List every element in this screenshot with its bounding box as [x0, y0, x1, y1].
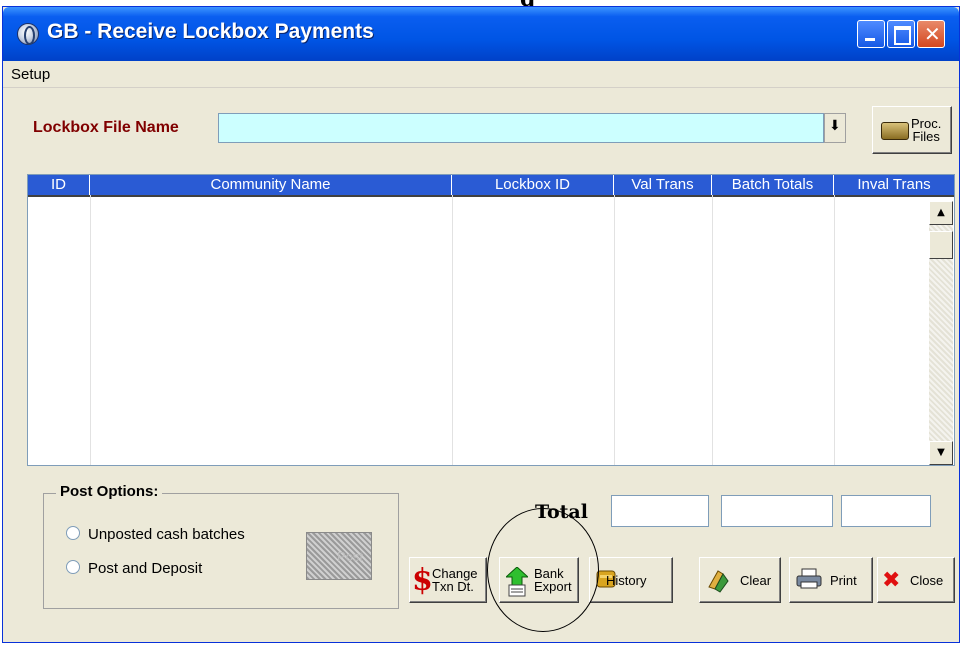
scroll-thumb[interactable]: [929, 231, 953, 259]
grid-header-separator: [28, 195, 954, 197]
radio-post-and-deposit[interactable]: Post and Deposit: [66, 560, 202, 577]
red-x-icon: ✖: [882, 568, 901, 593]
app-logo-icon: [17, 23, 39, 45]
vertical-scrollbar[interactable]: ▲ ▼: [929, 201, 953, 465]
close-window-button[interactable]: ✕: [917, 20, 945, 48]
column-divider: [834, 195, 835, 465]
menu-setup[interactable]: Setup: [11, 66, 50, 83]
change-txn-label-line2: Txn Dt.: [432, 579, 474, 594]
download-arrow-icon: ⬇: [829, 118, 841, 134]
radio-label: Post and Deposit: [88, 560, 203, 577]
lockbox-file-input[interactable]: [218, 113, 824, 143]
change-txn-date-button[interactable]: $ Change Txn Dt.: [409, 557, 487, 603]
post-button-label: Post: [337, 549, 364, 564]
total-batch-totals-field: [721, 495, 833, 527]
maximize-button[interactable]: [887, 20, 915, 48]
column-header-batch-totals[interactable]: Batch Totals: [712, 175, 834, 195]
lockbox-file-name-label: Lockbox File Name: [33, 119, 179, 136]
scroll-up-button[interactable]: ▲: [929, 201, 953, 225]
clear-button[interactable]: Clear: [699, 557, 781, 603]
total-inval-trans-field: [841, 495, 931, 527]
proc-files-button[interactable]: Proc. Files: [872, 106, 952, 154]
scroll-down-button[interactable]: ▼: [929, 441, 953, 465]
history-button[interactable]: History: [589, 557, 673, 603]
file-dropdown-button[interactable]: ⬇: [824, 113, 846, 143]
printer-icon: [796, 567, 822, 591]
print-button[interactable]: Print: [789, 557, 873, 603]
post-options-group: Post Options: Unposted cash batches Post…: [43, 483, 399, 609]
history-label: History: [606, 573, 647, 588]
title-bar[interactable]: GB - Receive Lockbox Payments ✕: [3, 7, 959, 61]
column-divider: [452, 195, 453, 465]
change-txn-date-label: Change Txn Dt.: [432, 567, 478, 593]
proc-files-label-line2: Files: [912, 129, 940, 144]
window-title: GB - Receive Lockbox Payments: [47, 20, 374, 43]
column-header-community-name[interactable]: Community Name: [90, 175, 452, 195]
total-val-trans-field: [611, 495, 709, 527]
clear-label: Clear: [740, 573, 772, 588]
radio-circle-icon[interactable]: [66, 560, 80, 574]
close-label: Close: [910, 573, 944, 588]
menu-bar: Setup: [3, 61, 959, 88]
dollar-icon: $: [412, 563, 433, 598]
post-button[interactable]: Post: [306, 532, 372, 580]
printer-files-icon: [881, 122, 909, 140]
column-header-id[interactable]: ID: [28, 175, 90, 195]
radio-label: Unposted cash batches: [88, 526, 245, 543]
column-header-inval-trans[interactable]: Inval Trans: [834, 175, 954, 195]
column-divider: [614, 195, 615, 465]
lockbox-grid[interactable]: ID Community Name Lockbox ID Val Trans B…: [27, 174, 955, 466]
annotation-circle: [487, 508, 599, 632]
print-label: Print: [830, 573, 857, 588]
minimize-button[interactable]: [857, 20, 885, 48]
radio-unposted-cash-batches[interactable]: Unposted cash batches: [66, 526, 245, 543]
proc-files-label: Proc. Files: [911, 117, 941, 143]
column-divider: [712, 195, 713, 465]
close-button[interactable]: ✖ Close: [877, 557, 955, 603]
close-icon: ✕: [924, 22, 941, 46]
grid-header: ID Community Name Lockbox ID Val Trans B…: [28, 175, 954, 195]
app-window: GB - Receive Lockbox Payments ✕ Setup Lo…: [2, 6, 960, 643]
column-header-val-trans[interactable]: Val Trans: [614, 175, 712, 195]
column-header-lockbox-id[interactable]: Lockbox ID: [452, 175, 614, 195]
post-options-title: Post Options:: [56, 483, 163, 500]
radio-circle-icon[interactable]: [66, 526, 80, 540]
eraser-icon: [706, 567, 729, 593]
column-divider: [90, 195, 91, 465]
